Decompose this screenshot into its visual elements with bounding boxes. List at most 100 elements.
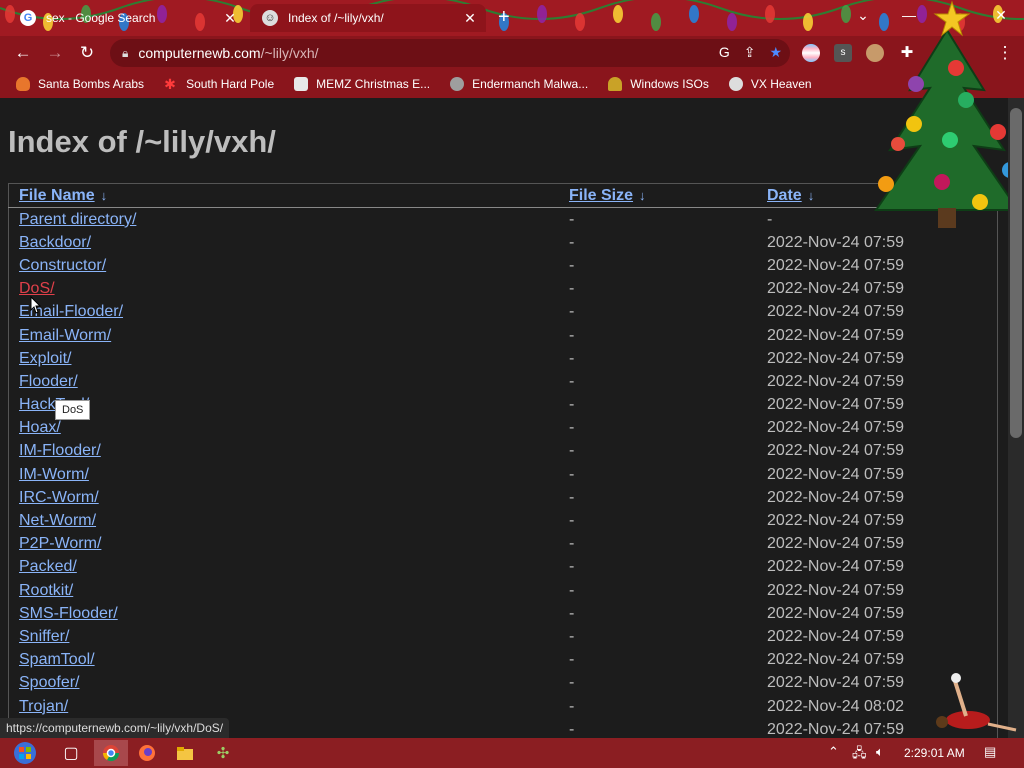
taskbar-clock[interactable]: 2:29:01 AM xyxy=(904,746,965,760)
table-row: Email-Flooder/- 2022-Nov-24 07:59 xyxy=(9,301,998,324)
file-size-cell: - xyxy=(569,349,575,367)
file-size-cell: - xyxy=(569,372,575,390)
file-link[interactable]: Flooder/ xyxy=(19,373,78,390)
table-row: SpamTool/ - 2022-Nov-24 07:59 xyxy=(9,649,998,672)
file-date-cell: 2022-Nov-24 07:59 xyxy=(767,651,904,669)
show-hidden-icons[interactable]: ⌃ xyxy=(828,744,839,760)
fire-icon xyxy=(16,77,30,91)
file-link[interactable]: IM-Flooder/ xyxy=(19,442,101,459)
reload-button[interactable]: ↻ xyxy=(76,43,98,63)
app-taskbar-icon[interactable]: ✣ xyxy=(206,740,240,766)
bookmark-south-hard-pole[interactable]: ✱ South Hard Pole xyxy=(164,77,274,91)
bookmark-windows-isos[interactable]: Windows ISOs xyxy=(608,77,709,91)
sort-by-size-link[interactable]: File Size xyxy=(569,187,633,204)
table-row: Email-Worm/ - 2022-Nov-24 07:59 xyxy=(9,324,998,347)
address-bar[interactable]: 🔒︎ computernewb.com/~lily/vxh/ G ⇪ ★ xyxy=(110,39,790,67)
file-link[interactable]: DoS/ xyxy=(19,280,55,297)
file-date-cell: 2022-Nov-24 07:59 xyxy=(767,581,904,599)
file-link[interactable]: Constructor/ xyxy=(19,257,106,274)
file-link[interactable]: Net-Worm/ xyxy=(19,512,96,529)
share-icon[interactable]: ⇪ xyxy=(744,44,756,61)
tab-title: sex - Google Search xyxy=(46,11,156,25)
dancing-figure-decoration xyxy=(936,673,1017,732)
file-link[interactable]: Packed/ xyxy=(19,558,77,575)
vertical-scrollbar[interactable] xyxy=(1008,98,1024,738)
file-link[interactable]: SpamTool/ xyxy=(19,651,95,668)
file-date-cell: 2022-Nov-24 07:59 xyxy=(767,442,904,460)
file-size-cell: - xyxy=(569,535,575,553)
file-link[interactable]: IRC-Worm/ xyxy=(19,489,99,506)
tab-google-search[interactable]: G sex - Google Search ✕ xyxy=(8,4,246,32)
bookmark-santa-bombs-arabs[interactable]: Santa Bombs Arabs xyxy=(16,77,144,91)
firefox-taskbar-icon[interactable] xyxy=(130,740,164,766)
link-tooltip: DoS xyxy=(55,400,91,420)
sort-by-date-link[interactable]: Date xyxy=(767,187,802,204)
windows-taskbar: ▢ ✣ ⌃ 🖧︎ 🔈︎ 2:29:01 AM ▤ xyxy=(0,738,1024,768)
file-link[interactable]: Parent directory/ xyxy=(19,211,136,228)
google-lens-icon[interactable]: G xyxy=(719,44,730,61)
file-name-cell: Exploit/ xyxy=(9,347,560,370)
page-title: Index of /~lily/vxh/ xyxy=(8,124,276,159)
file-name-cell: Email-Flooder/ xyxy=(9,301,560,324)
file-link[interactable]: Sniffer/ xyxy=(19,628,69,645)
notification-icon[interactable]: ▤ xyxy=(984,744,996,760)
scrollbar-thumb[interactable] xyxy=(1010,108,1022,438)
page-icon: ☺ xyxy=(262,10,278,26)
table-row: Flooder/ - 2022-Nov-24 07:59 xyxy=(9,370,998,393)
file-link[interactable]: Rootkit/ xyxy=(19,582,73,599)
file-size-cell: - xyxy=(569,280,575,298)
file-link[interactable]: Trojan/ xyxy=(19,698,68,715)
file-name-cell: Rootkit/ xyxy=(9,579,560,602)
file-link[interactable]: P2P-Worm/ xyxy=(19,535,101,552)
file-name-cell: Hoax/ xyxy=(9,417,560,440)
light-bulb xyxy=(689,5,699,23)
file-name-cell: SpamTool/ xyxy=(9,649,560,672)
file-link[interactable]: IM-Worm/ xyxy=(19,466,89,483)
back-button[interactable]: ← xyxy=(12,43,34,63)
task-view-icon[interactable]: ▢ xyxy=(54,740,88,766)
extension-flag-icon[interactable] xyxy=(802,44,820,62)
forward-button[interactable]: → xyxy=(44,43,66,63)
file-name-cell: IRC-Worm/ xyxy=(9,486,560,509)
table-row: Constructor/ - 2022-Nov-24 07:59 xyxy=(9,254,998,277)
extension-s-icon[interactable]: s xyxy=(834,44,852,62)
file-link[interactable]: Backdoor/ xyxy=(19,234,91,251)
file-link[interactable]: Spoofer/ xyxy=(19,674,79,691)
start-button[interactable] xyxy=(8,740,42,766)
file-link[interactable]: SMS-Flooder/ xyxy=(19,605,118,622)
raccoon-icon xyxy=(450,77,465,91)
file-name-cell: SMS-Flooder/ xyxy=(9,602,560,625)
volume-icon[interactable]: 🔈︎ xyxy=(876,744,884,760)
column-file-name[interactable]: File Name ↓ xyxy=(8,183,559,208)
light-bulb xyxy=(765,5,775,23)
file-date-cell: 2022-Nov-24 07:59 xyxy=(767,326,904,344)
bookmark-memz-christmas[interactable]: MEMZ Christmas E... xyxy=(294,77,430,91)
file-link[interactable]: Email-Worm/ xyxy=(19,327,111,344)
new-tab-button[interactable]: + xyxy=(498,6,510,28)
bookmark-star-icon[interactable]: ★ xyxy=(769,44,782,61)
file-name-cell: Trojan/ xyxy=(9,695,560,718)
file-name-cell: Net-Worm/ xyxy=(9,509,560,532)
file-size-cell: - xyxy=(569,558,575,576)
bookmark-endermanch-malware[interactable]: Endermanch Malwa... xyxy=(450,77,588,91)
table-row: Sniffer/ - 2022-Nov-24 07:59 xyxy=(9,625,998,648)
file-link[interactable]: Hoax/ xyxy=(19,419,61,436)
network-icon[interactable]: 🖧︎ xyxy=(852,744,867,766)
sort-by-name-link[interactable]: File Name xyxy=(19,187,95,204)
snowflake-icon: ✱ xyxy=(164,76,176,92)
status-url-bubble: https://computernewb.com/~lily/vxh/DoS/ xyxy=(0,718,230,738)
file-date-cell: 2022-Nov-24 07:59 xyxy=(767,488,904,506)
tab-index-of[interactable]: ☺ Index of /~lily/vxh/ ✕ xyxy=(250,4,486,32)
file-name-cell: IM-Flooder/ xyxy=(9,440,560,463)
close-icon[interactable]: ✕ xyxy=(220,10,240,27)
column-file-size[interactable]: File Size ↓ xyxy=(559,183,757,208)
tab-title: Index of /~lily/vxh/ xyxy=(288,11,384,25)
bookmark-vx-heaven[interactable]: VX Heaven xyxy=(728,77,812,91)
chrome-taskbar-icon[interactable] xyxy=(94,740,128,766)
file-link[interactable]: Exploit/ xyxy=(19,350,71,367)
table-row: Packed/ - 2022-Nov-24 07:59 xyxy=(9,556,998,579)
table-row: Trojan/-2022-Nov-24 08:02 xyxy=(9,695,998,718)
file-explorer-icon[interactable] xyxy=(168,740,202,766)
close-icon[interactable]: ✕ xyxy=(460,10,480,27)
file-listing-table: File Name ↓ File Size ↓ Date ↓ Parent direc… xyxy=(8,183,998,738)
